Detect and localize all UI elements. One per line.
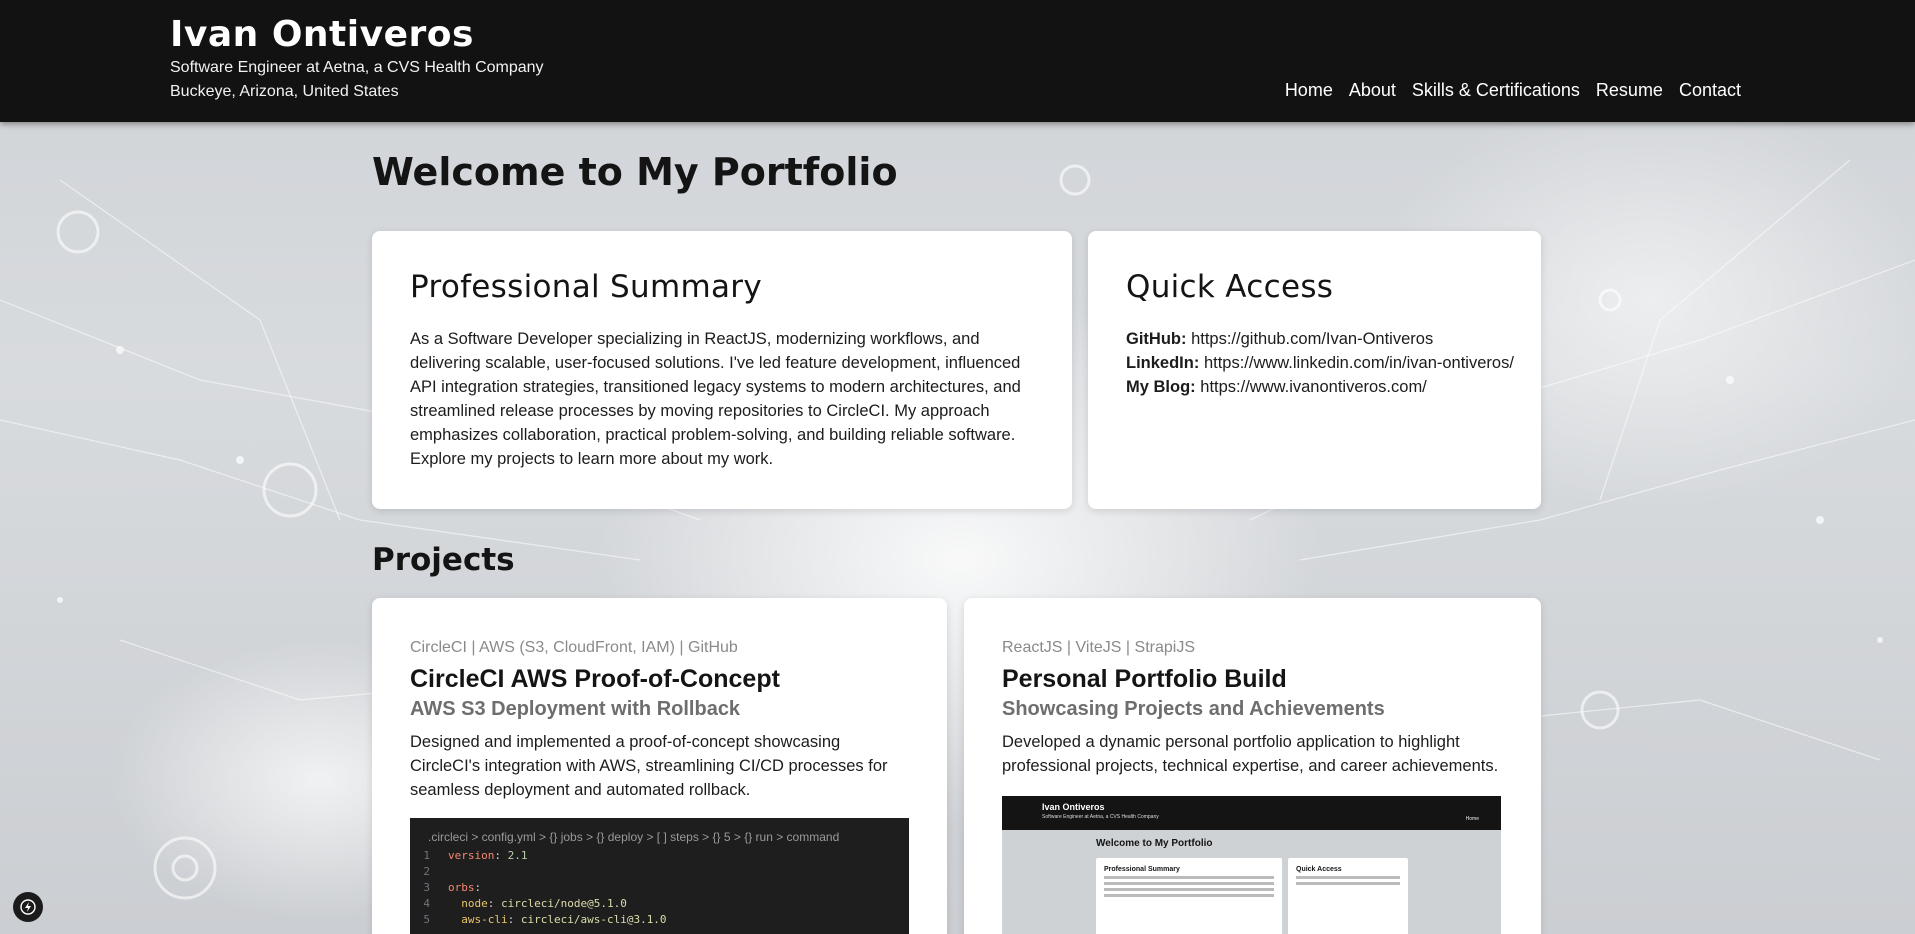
project-thumbnail: Ivan Ontiveros Software Engineer at Aetn…: [1002, 796, 1501, 934]
thumbnail-text-line: [1104, 882, 1274, 885]
quick-links: GitHub: https://github.com/Ivan-Ontivero…: [1126, 327, 1514, 399]
thumbnail-summary-card: Professional Summary: [1096, 858, 1282, 934]
blog-link-row: My Blog: https://www.ivanontiveros.com/: [1126, 375, 1503, 399]
thumbnail-text-line: [1296, 876, 1400, 879]
main-content: Welcome to My Portfolio Professional Sum…: [0, 0, 1915, 934]
code-breadcrumb: .circleci > config.yml > {} jobs > {} de…: [428, 830, 840, 844]
professional-summary-card: Professional Summary As a Software Devel…: [372, 231, 1072, 509]
project-tags: ReactJS | ViteJS | StrapiJS: [1002, 639, 1195, 656]
line-number: 2: [423, 865, 430, 878]
blog-label: My Blog:: [1126, 378, 1196, 396]
thumbnail-text-line: [1104, 876, 1274, 879]
code-value: circleci/aws-cli@3.1.0: [520, 913, 667, 926]
code-key: node: [461, 897, 488, 910]
code-line: 3 orbs:: [410, 880, 909, 896]
thumbnail-subtitle: Software Engineer at Aetna, a CVS Health…: [1042, 814, 1159, 820]
thumbnail-name: Ivan Ontiveros: [1042, 802, 1105, 812]
thumbnail-nav: Home: [1465, 816, 1479, 822]
project-card-circleci[interactable]: CircleCI | AWS (S3, CloudFront, IAM) | G…: [372, 598, 947, 934]
main-nav: Home About Skills & Certifications Resum…: [1285, 80, 1741, 101]
summary-text: As a Software Developer specializing in …: [410, 330, 1021, 468]
github-link-row: GitHub: https://github.com/Ivan-Ontivero…: [1126, 327, 1503, 351]
nav-home[interactable]: Home: [1285, 80, 1333, 101]
brand-block: Ivan Ontiveros Software Engineer at Aetn…: [170, 14, 544, 104]
site-owner-name[interactable]: Ivan Ontiveros: [170, 14, 544, 56]
project-card-portfolio[interactable]: ReactJS | ViteJS | StrapiJS Personal Por…: [964, 598, 1541, 934]
project-subtitle: Showcasing Projects and Achievements: [1002, 698, 1385, 720]
code-colon: :: [487, 897, 501, 910]
line-number: 5: [423, 913, 430, 926]
thumbnail-card-title: Professional Summary: [1104, 866, 1180, 873]
job-title: Software Engineer at Aetna, a CVS Health…: [170, 59, 544, 76]
code-line: 1 version: 2.1: [410, 848, 909, 864]
linkedin-link-row: LinkedIn: https://www.linkedin.com/in/iv…: [1126, 351, 1514, 375]
thumbnail-quick-card: Quick Access: [1288, 858, 1408, 934]
location: Buckeye, Arizona, United States: [170, 83, 399, 100]
quick-access-card: Quick Access GitHub: https://github.com/…: [1088, 231, 1541, 509]
code-line: 5 aws-cli: circleci/aws-cli@3.1.0: [410, 912, 909, 928]
thumbnail-text-line: [1296, 882, 1400, 885]
site-header: Ivan Ontiveros Software Engineer at Aetn…: [0, 0, 1915, 122]
thumbnail-text-line: [1104, 888, 1274, 891]
project-title: Personal Portfolio Build: [1002, 665, 1287, 693]
page-title: Welcome to My Portfolio: [372, 150, 898, 194]
quick-access-heading: Quick Access: [1126, 269, 1334, 305]
line-number: 3: [423, 881, 430, 894]
project-description: Developed a dynamic personal portfolio a…: [1002, 733, 1499, 775]
thumbnail-card-title: Quick Access: [1296, 866, 1342, 873]
project-description: Designed and implemented a proof-of-conc…: [410, 733, 888, 799]
nav-resume[interactable]: Resume: [1596, 80, 1663, 101]
github-link[interactable]: https://github.com/Ivan-Ontiveros: [1191, 330, 1433, 348]
nav-about[interactable]: About: [1349, 80, 1396, 101]
project-subtitle: AWS S3 Deployment with Rollback: [410, 698, 741, 720]
linkedin-label: LinkedIn:: [1126, 354, 1200, 372]
github-label: GitHub:: [1126, 330, 1187, 348]
code-key: aws-cli: [461, 913, 508, 926]
thumbnail-header: Ivan Ontiveros Software Engineer at Aetn…: [1002, 796, 1501, 830]
line-number: 4: [423, 897, 430, 910]
nav-contact[interactable]: Contact: [1679, 80, 1741, 101]
nav-skills-certifications[interactable]: Skills & Certifications: [1412, 80, 1580, 101]
project-tags: CircleCI | AWS (S3, CloudFront, IAM) | G…: [410, 639, 738, 656]
code-colon: :: [507, 913, 521, 926]
code-colon: :: [494, 849, 508, 862]
thumbnail-welcome: Welcome to My Portfolio: [1096, 838, 1213, 849]
code-value: 2.1: [507, 849, 528, 862]
code-colon: :: [474, 881, 482, 894]
linkedin-link[interactable]: https://www.linkedin.com/in/ivan-ontiver…: [1204, 354, 1514, 372]
code-key: orbs: [448, 881, 475, 894]
project-title: CircleCI AWS Proof-of-Concept: [410, 665, 780, 693]
line-number: 1: [423, 849, 430, 862]
lightning-bolt-icon[interactable]: [13, 892, 43, 922]
project-code-screenshot: .circleci > config.yml > {} jobs > {} de…: [410, 818, 909, 934]
projects-heading: Projects: [372, 542, 515, 578]
code-value: circleci/node@5.1.0: [501, 897, 627, 910]
summary-heading: Professional Summary: [410, 269, 762, 305]
blog-link[interactable]: https://www.ivanontiveros.com/: [1200, 378, 1427, 396]
thumbnail-text-line: [1104, 894, 1274, 897]
code-line: 4 node: circleci/node@5.1.0: [410, 896, 909, 912]
code-key: version: [448, 849, 495, 862]
code-line: 2: [410, 864, 909, 880]
